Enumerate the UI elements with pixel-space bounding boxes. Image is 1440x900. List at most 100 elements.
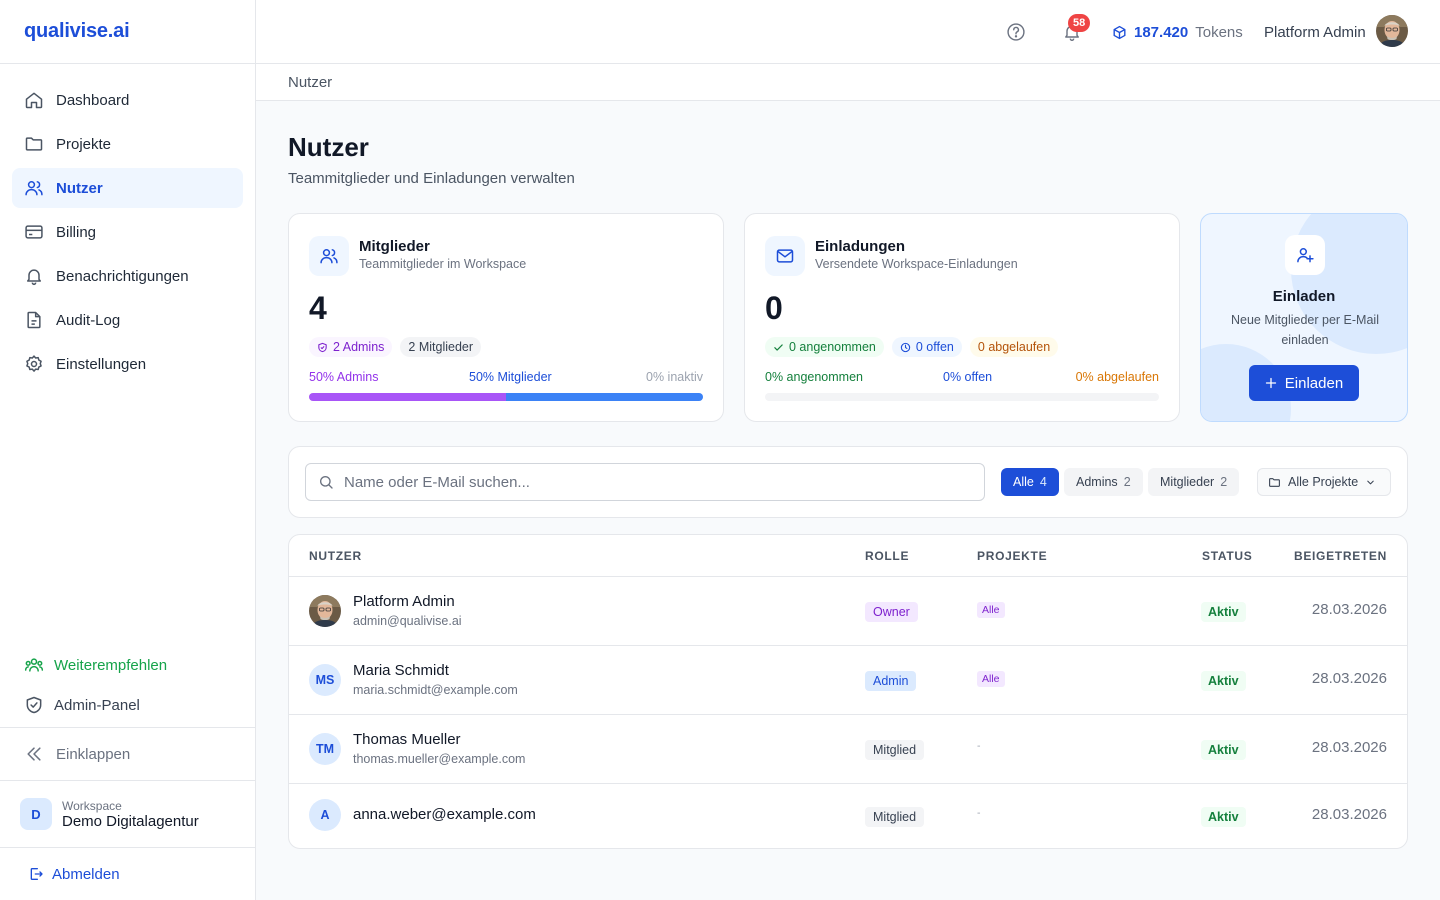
sidebar-footer: Weiterempfehlen Admin-Panel Einklappen D… bbox=[0, 645, 255, 900]
accepted-chip-label: 0 angenommen bbox=[789, 340, 876, 354]
collapse-button[interactable]: Einklappen bbox=[0, 728, 255, 780]
joined-date: 28.03.2026 bbox=[1311, 739, 1387, 756]
open-chip: 0 offen bbox=[891, 337, 962, 357]
open-chip-label: 0 offen bbox=[915, 340, 954, 354]
joined-date: 28.03.2026 bbox=[1311, 601, 1387, 618]
sidebar-item-label: Dashboard bbox=[56, 91, 130, 109]
mail-icon bbox=[776, 249, 794, 263]
filter-tab-mitglieder[interactable]: Mitglieder 2 bbox=[1148, 468, 1240, 496]
users-table: NUTZER ROLLE PROJEKTE STATUS BEIGETRETEN… bbox=[288, 534, 1408, 849]
sidebar-item-projekte[interactable]: Projekte bbox=[12, 124, 243, 164]
invite-cta-title: Einladen bbox=[1272, 288, 1336, 305]
sidebar-item-label: Projekte bbox=[56, 135, 112, 153]
invite-button-label: Einladen bbox=[1284, 374, 1344, 392]
sidebar-item-benachrichtigungen[interactable]: Benachrichtigungen bbox=[12, 256, 243, 296]
credit-card-icon bbox=[25, 225, 43, 239]
filter-bar: Alle 4 Admins 2 Mitglieder 2 Alle Projek… bbox=[288, 446, 1408, 518]
file-text-icon bbox=[27, 311, 41, 329]
status-badge: Aktiv bbox=[1201, 740, 1246, 760]
user-email: thomas.mueller@example.com bbox=[353, 752, 526, 766]
filter-tab-label: Admins bbox=[1076, 475, 1118, 489]
project-filter-select[interactable]: Alle Projekte bbox=[1257, 468, 1391, 496]
token-balance[interactable]: 187.420 Tokens bbox=[1112, 0, 1243, 64]
user-name: Platform Admin bbox=[353, 593, 455, 610]
members-count: 4 bbox=[309, 290, 327, 326]
workspace-label: Workspace bbox=[62, 798, 122, 813]
invitations-chips: 0 angenommen 0 offen 0 abgelaufen bbox=[765, 337, 1059, 357]
invitations-count: 0 bbox=[765, 290, 783, 326]
sidebar-item-dashboard[interactable]: Dashboard bbox=[12, 80, 243, 120]
refer-link[interactable]: Weiterempfehlen bbox=[0, 645, 255, 685]
clock-icon bbox=[900, 342, 911, 352]
table-row[interactable]: TM Thomas Mueller thomas.mueller@example… bbox=[289, 715, 1407, 784]
expired-chip-label: 0 abgelaufen bbox=[977, 340, 1051, 354]
filter-tab-label: Alle bbox=[1013, 475, 1034, 489]
sidebar-item-billing[interactable]: Billing bbox=[12, 212, 243, 252]
role-badge: Owner bbox=[865, 602, 918, 622]
table-row[interactable]: MS Maria Schmidt maria.schmidt@example.c… bbox=[289, 646, 1407, 715]
column-header-projekte: PROJEKTE bbox=[977, 549, 1048, 563]
gear-icon bbox=[26, 355, 42, 372]
avatar: A bbox=[309, 799, 341, 831]
expired-chip: 0 abgelaufen bbox=[969, 337, 1059, 357]
sidebar-item-einstellungen[interactable]: Einstellungen bbox=[12, 344, 243, 384]
pct-accepted: 0% angenommen bbox=[765, 370, 863, 384]
search-icon bbox=[320, 476, 333, 489]
table-row[interactable]: Platform Admin admin@qualivise.ai Owner … bbox=[289, 577, 1407, 646]
invite-icon-box bbox=[1285, 235, 1325, 275]
sidebar-item-label: Benachrichtigungen bbox=[56, 267, 189, 285]
members-card-title: Mitglieder bbox=[359, 238, 430, 255]
column-header-status: STATUS bbox=[1202, 549, 1253, 563]
brand-logo[interactable]: qualivise.ai bbox=[0, 0, 255, 64]
collapse-label: Einklappen bbox=[56, 745, 131, 763]
filter-tab-admins[interactable]: Admins 2 bbox=[1064, 468, 1143, 496]
sidebar-item-label: Billing bbox=[56, 223, 97, 241]
joined-date: 28.03.2026 bbox=[1311, 806, 1387, 823]
sidebar-item-audit-log[interactable]: Audit-Log bbox=[12, 300, 243, 340]
chevron-down-icon bbox=[1367, 480, 1374, 484]
invite-button[interactable]: Einladen bbox=[1249, 365, 1359, 401]
admin-panel-link[interactable]: Admin-Panel bbox=[0, 685, 255, 725]
user-name: Thomas Mueller bbox=[353, 731, 461, 748]
invite-cta-card: Einladen Neue Mitglieder per E-Mail einl… bbox=[1200, 213, 1408, 422]
members-card: Mitglieder Teammitglieder im Workspace 4… bbox=[288, 213, 724, 422]
user-menu-name[interactable]: Platform Admin bbox=[1264, 0, 1366, 64]
sidebar-item-nutzer[interactable]: Nutzer bbox=[12, 168, 243, 208]
bell-icon bbox=[27, 269, 41, 286]
column-header-rolle: ROLLE bbox=[865, 549, 910, 563]
projects-empty: - bbox=[977, 740, 981, 752]
tokens-label: Tokens bbox=[1195, 23, 1243, 41]
joined-date: 28.03.2026 bbox=[1311, 670, 1387, 687]
user-name: anna.weber@example.com bbox=[353, 806, 536, 823]
admins-chip-label: 2 Admins bbox=[333, 340, 385, 354]
role-badge: Admin bbox=[865, 671, 917, 691]
user-photo-icon bbox=[309, 595, 341, 627]
invitations-card-icon-box bbox=[765, 236, 805, 276]
invitations-percentages: 0% angenommen 0% offen 0% abgelaufen bbox=[765, 370, 1159, 386]
search-input[interactable] bbox=[344, 473, 944, 491]
plus-icon bbox=[1265, 377, 1276, 389]
breadcrumb-item[interactable]: Nutzer bbox=[288, 74, 332, 91]
workspace-switcher[interactable]: D Workspace Demo Digitalagentur bbox=[0, 781, 255, 847]
members-chips: 2 Admins 2 Mitglieder bbox=[309, 337, 482, 357]
help-icon[interactable] bbox=[1006, 22, 1026, 42]
chevrons-left-icon bbox=[27, 747, 41, 761]
pct-members: 50% Mitglieder bbox=[469, 370, 552, 384]
filter-tab-label: Mitglieder bbox=[1160, 475, 1215, 489]
projects-badge: Alle bbox=[977, 602, 1005, 618]
filter-tab-alle[interactable]: Alle 4 bbox=[1001, 468, 1059, 496]
user-photo-icon bbox=[1376, 15, 1408, 47]
bar-segment-members bbox=[506, 393, 703, 401]
workspace-avatar: D bbox=[20, 798, 52, 830]
logout-button[interactable]: Abmelden bbox=[0, 848, 255, 900]
projects-badge: Alle bbox=[977, 671, 1005, 687]
table-row[interactable]: A anna.weber@example.com Mitglied - Akti… bbox=[289, 784, 1407, 848]
user-plus-icon bbox=[1297, 248, 1314, 263]
topbar: 58 187.420 Tokens Platform Admin bbox=[256, 0, 1440, 64]
notifications-badge: 58 bbox=[1068, 14, 1091, 32]
filter-tab-count: 2 bbox=[1220, 475, 1228, 489]
check-icon bbox=[774, 343, 783, 351]
filter-tab-count: 2 bbox=[1123, 475, 1131, 489]
invitations-distribution-bar bbox=[765, 393, 1159, 401]
user-avatar[interactable] bbox=[1376, 15, 1408, 47]
